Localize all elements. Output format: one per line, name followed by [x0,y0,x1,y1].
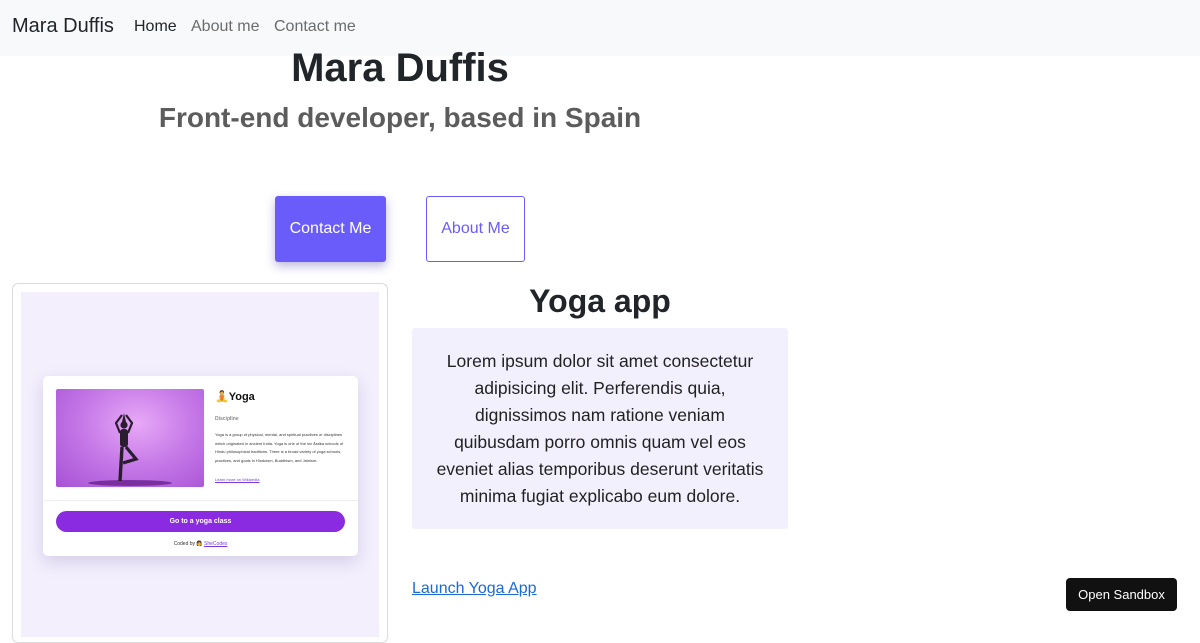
open-sandbox-button[interactable]: Open Sandbox [1066,578,1177,611]
brand-link[interactable]: Mara Duffis [12,15,114,38]
launch-yoga-app-link[interactable]: Launch Yoga App [412,580,537,598]
yoga-preview-wiki-link: Learn more on Wikipedia [215,477,260,482]
about-me-button[interactable]: About Me [426,196,525,262]
yoga-photo [56,389,204,487]
yoga-preview-button: Go to a yoga class [56,511,345,532]
hero-title: Mara Duffis [291,46,509,90]
project-title: Yoga app [529,283,671,319]
project-preview-card: 🧘Yoga Discipline Yoga is a group of phys… [12,283,388,643]
nav-link-contact[interactable]: Contact me [274,18,356,36]
yoga-preview-card: 🧘Yoga Discipline Yoga is a group of phys… [43,376,358,556]
nav-link-about[interactable]: About me [191,18,259,36]
project-description: Lorem ipsum dolor sit amet consectetur a… [412,328,788,529]
yoga-preview-description: Yoga is a group of physical, mental, and… [215,432,344,463]
contact-me-button[interactable]: Contact Me [275,196,386,262]
yoga-preview-divider [43,500,358,501]
yoga-pose-figure [88,413,172,486]
nav-link-home[interactable]: Home [134,18,177,36]
yoga-preview-footer: Coded by 👩 SheCodes [173,541,228,547]
yoga-preview-label: Discipline [215,416,239,422]
project-screenshot: 🧘Yoga Discipline Yoga is a group of phys… [21,292,379,637]
yoga-preview-title: 🧘Yoga [215,391,255,403]
hero-subtitle: Front-end developer, based in Spain [158,102,642,133]
